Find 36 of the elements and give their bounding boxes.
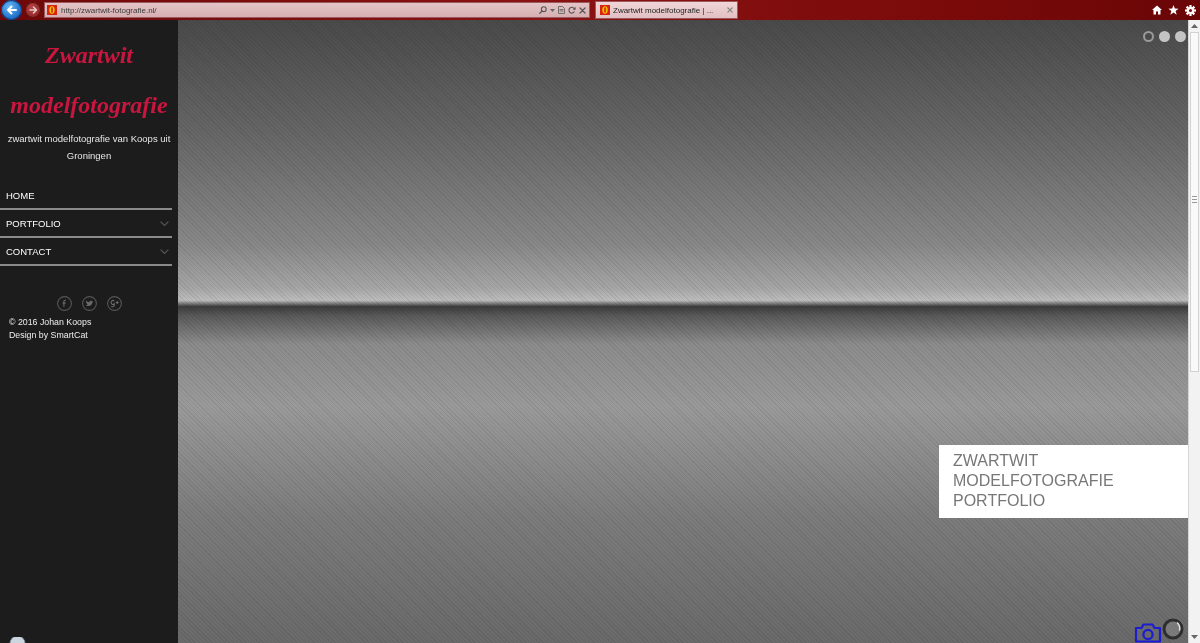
down-arrow-icon[interactable]	[1191, 635, 1198, 639]
settings-icon[interactable]	[1185, 4, 1196, 16]
slide-dot[interactable]	[1159, 31, 1170, 42]
star-icon[interactable]	[1168, 5, 1179, 15]
browser-tab[interactable]: Zwartwit modelfotografie | ...	[595, 1, 738, 19]
ring-icon[interactable]	[1162, 618, 1184, 640]
left-arrow-icon	[6, 5, 17, 15]
back-button[interactable]	[1, 0, 22, 20]
menu-link[interactable]: HOME	[0, 182, 172, 210]
copyright-text: © 2016 Johan Koops	[8, 316, 93, 329]
slide-dot[interactable]	[1143, 31, 1154, 42]
search-icon[interactable]	[539, 6, 547, 14]
scrollbar[interactable]	[1188, 20, 1200, 643]
forward-button[interactable]	[25, 2, 41, 18]
facebook-icon[interactable]	[56, 296, 72, 311]
google-plus-icon[interactable]	[106, 296, 122, 311]
close-icon[interactable]	[727, 7, 733, 13]
favicon-icon	[600, 5, 610, 15]
up-arrow-icon[interactable]	[1191, 24, 1198, 28]
page-icon[interactable]	[558, 6, 565, 14]
slide-dot[interactable]	[1175, 31, 1186, 42]
site-title: Zwartwit modelfotografie	[9, 41, 169, 120]
refresh-icon[interactable]	[568, 6, 576, 14]
caret-icon[interactable]	[550, 8, 555, 12]
twitter-icon[interactable]	[81, 296, 97, 311]
slide-caption: ZWARTWIT MODELFOTOGRAFIE PORTFOLIO	[939, 445, 1188, 518]
home-icon[interactable]	[1152, 5, 1162, 15]
credit-text: Design by SmartCat	[8, 329, 89, 342]
menu-link[interactable]: CONTACT	[0, 238, 172, 266]
stop-icon[interactable]	[579, 6, 586, 14]
address-field[interactable]: http://zwartwit-fotografie.nl/	[44, 2, 590, 18]
menu-link[interactable]: PORTFOLIO	[0, 210, 172, 238]
scrollbar-thumb[interactable]	[1190, 32, 1199, 372]
tagline-text: zwartwit modelfotografie van Koops uit Groningen	[6, 132, 172, 163]
favicon-icon	[47, 5, 57, 15]
right-arrow-icon	[28, 6, 38, 14]
